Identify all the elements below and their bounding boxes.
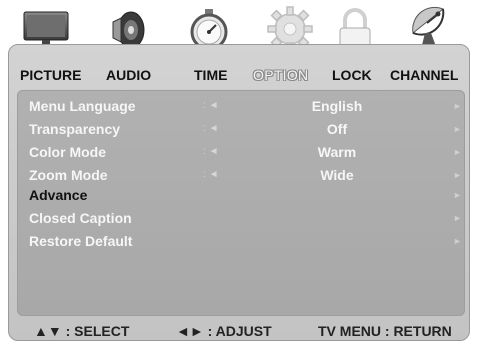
- tab-channel[interactable]: CHANNEL: [390, 66, 458, 84]
- menu-item-label: Menu Language: [29, 98, 136, 114]
- left-arrow-icon[interactable]: : ◄: [203, 118, 218, 140]
- left-arrow-icon[interactable]: : ◄: [203, 141, 218, 163]
- menu-item-value: Wide: [320, 167, 354, 183]
- return-hint: TV MENU : RETURN: [318, 323, 452, 339]
- menu-item-label: Transparency: [29, 121, 121, 137]
- tab-audio[interactable]: AUDIO: [106, 66, 151, 84]
- tab-picture[interactable]: PICTURE: [20, 66, 81, 84]
- adjust-hint: ◄► : ADJUST: [176, 323, 272, 339]
- tab-time[interactable]: TIME: [194, 66, 227, 84]
- menu-item-label: Zoom Mode: [29, 167, 108, 183]
- menu-item-value: Off: [326, 121, 348, 137]
- menu-item-transparency[interactable]: Transparency : ◄ Off ►: [17, 118, 465, 140]
- right-arrow-icon[interactable]: ►: [453, 184, 462, 206]
- menu-item-closed-caption[interactable]: Closed Caption ►: [17, 207, 465, 229]
- right-arrow-icon[interactable]: ►: [453, 95, 462, 117]
- tab-option[interactable]: OPTION: [253, 66, 308, 84]
- menu-item-advance[interactable]: Advance ►: [17, 184, 465, 206]
- menu-item-value: Warm: [317, 144, 357, 160]
- left-arrow-icon[interactable]: : ◄: [203, 164, 218, 186]
- menu-item-menu-language[interactable]: Menu Language : ◄ English ►: [17, 95, 465, 117]
- tab-lock[interactable]: LOCK: [332, 66, 372, 84]
- menu-item-color-mode[interactable]: Color Mode : ◄ Warm ►: [17, 141, 465, 163]
- left-arrow-icon[interactable]: : ◄: [203, 95, 218, 117]
- menu-item-zoom-mode[interactable]: Zoom Mode : ◄ Wide ►: [17, 164, 465, 186]
- right-arrow-icon[interactable]: ►: [453, 141, 462, 163]
- right-arrow-icon[interactable]: ►: [453, 118, 462, 140]
- menu-item-label: Closed Caption: [29, 210, 132, 226]
- menu-item-value: English: [311, 98, 363, 114]
- menu-item-label: Advance: [29, 187, 88, 203]
- right-arrow-icon[interactable]: ►: [453, 207, 462, 229]
- right-arrow-icon[interactable]: ►: [453, 230, 462, 252]
- right-arrow-icon[interactable]: ►: [453, 164, 462, 186]
- tab-bar: PICTURE AUDIO TIME OPTION LOCK CHANNEL: [8, 66, 470, 84]
- menu-item-label: Restore Default: [29, 233, 133, 249]
- menu-item-restore-default[interactable]: Restore Default ►: [17, 230, 465, 252]
- footer-hints: ▲▼ : SELECT ◄► : ADJUST TV MENU : RETURN: [8, 321, 470, 341]
- option-panel: Menu Language : ◄ English ► Transparency…: [17, 90, 465, 316]
- menu-item-label: Color Mode: [29, 144, 106, 160]
- select-hint: ▲▼ : SELECT: [34, 323, 130, 339]
